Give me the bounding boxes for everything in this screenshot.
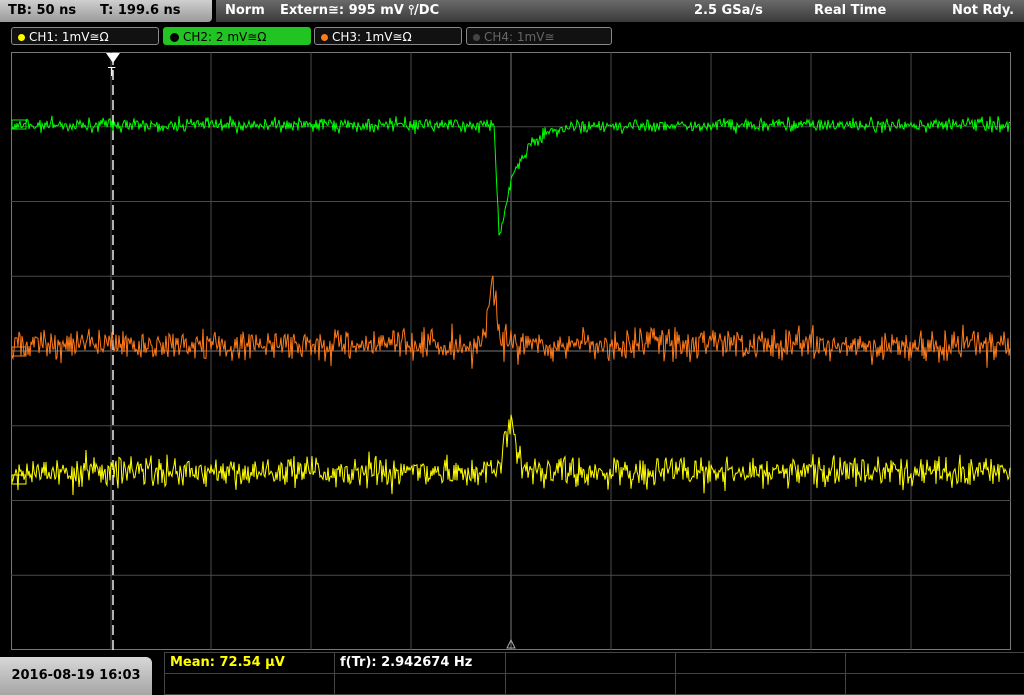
measurement-row-empty (164, 673, 1024, 695)
trigger-cursor-arrow-icon (106, 53, 120, 63)
measurement-table[interactable]: Mean: 72.54 µV f(Tr): 2.942674 Hz (164, 652, 1024, 695)
mean-measurement: Mean: 72.54 µV (170, 655, 285, 670)
trigger-cursor-label: T (107, 65, 116, 79)
frequency-measurement: f(Tr): 2.942674 Hz (340, 655, 473, 670)
grid-lines (11, 52, 1011, 650)
waveform-svg: T (11, 52, 1011, 650)
date-time: 2016-08-19 16:03 (0, 657, 152, 695)
measurement-row: Mean: 72.54 µV f(Tr): 2.942674 Hz (164, 652, 1024, 673)
